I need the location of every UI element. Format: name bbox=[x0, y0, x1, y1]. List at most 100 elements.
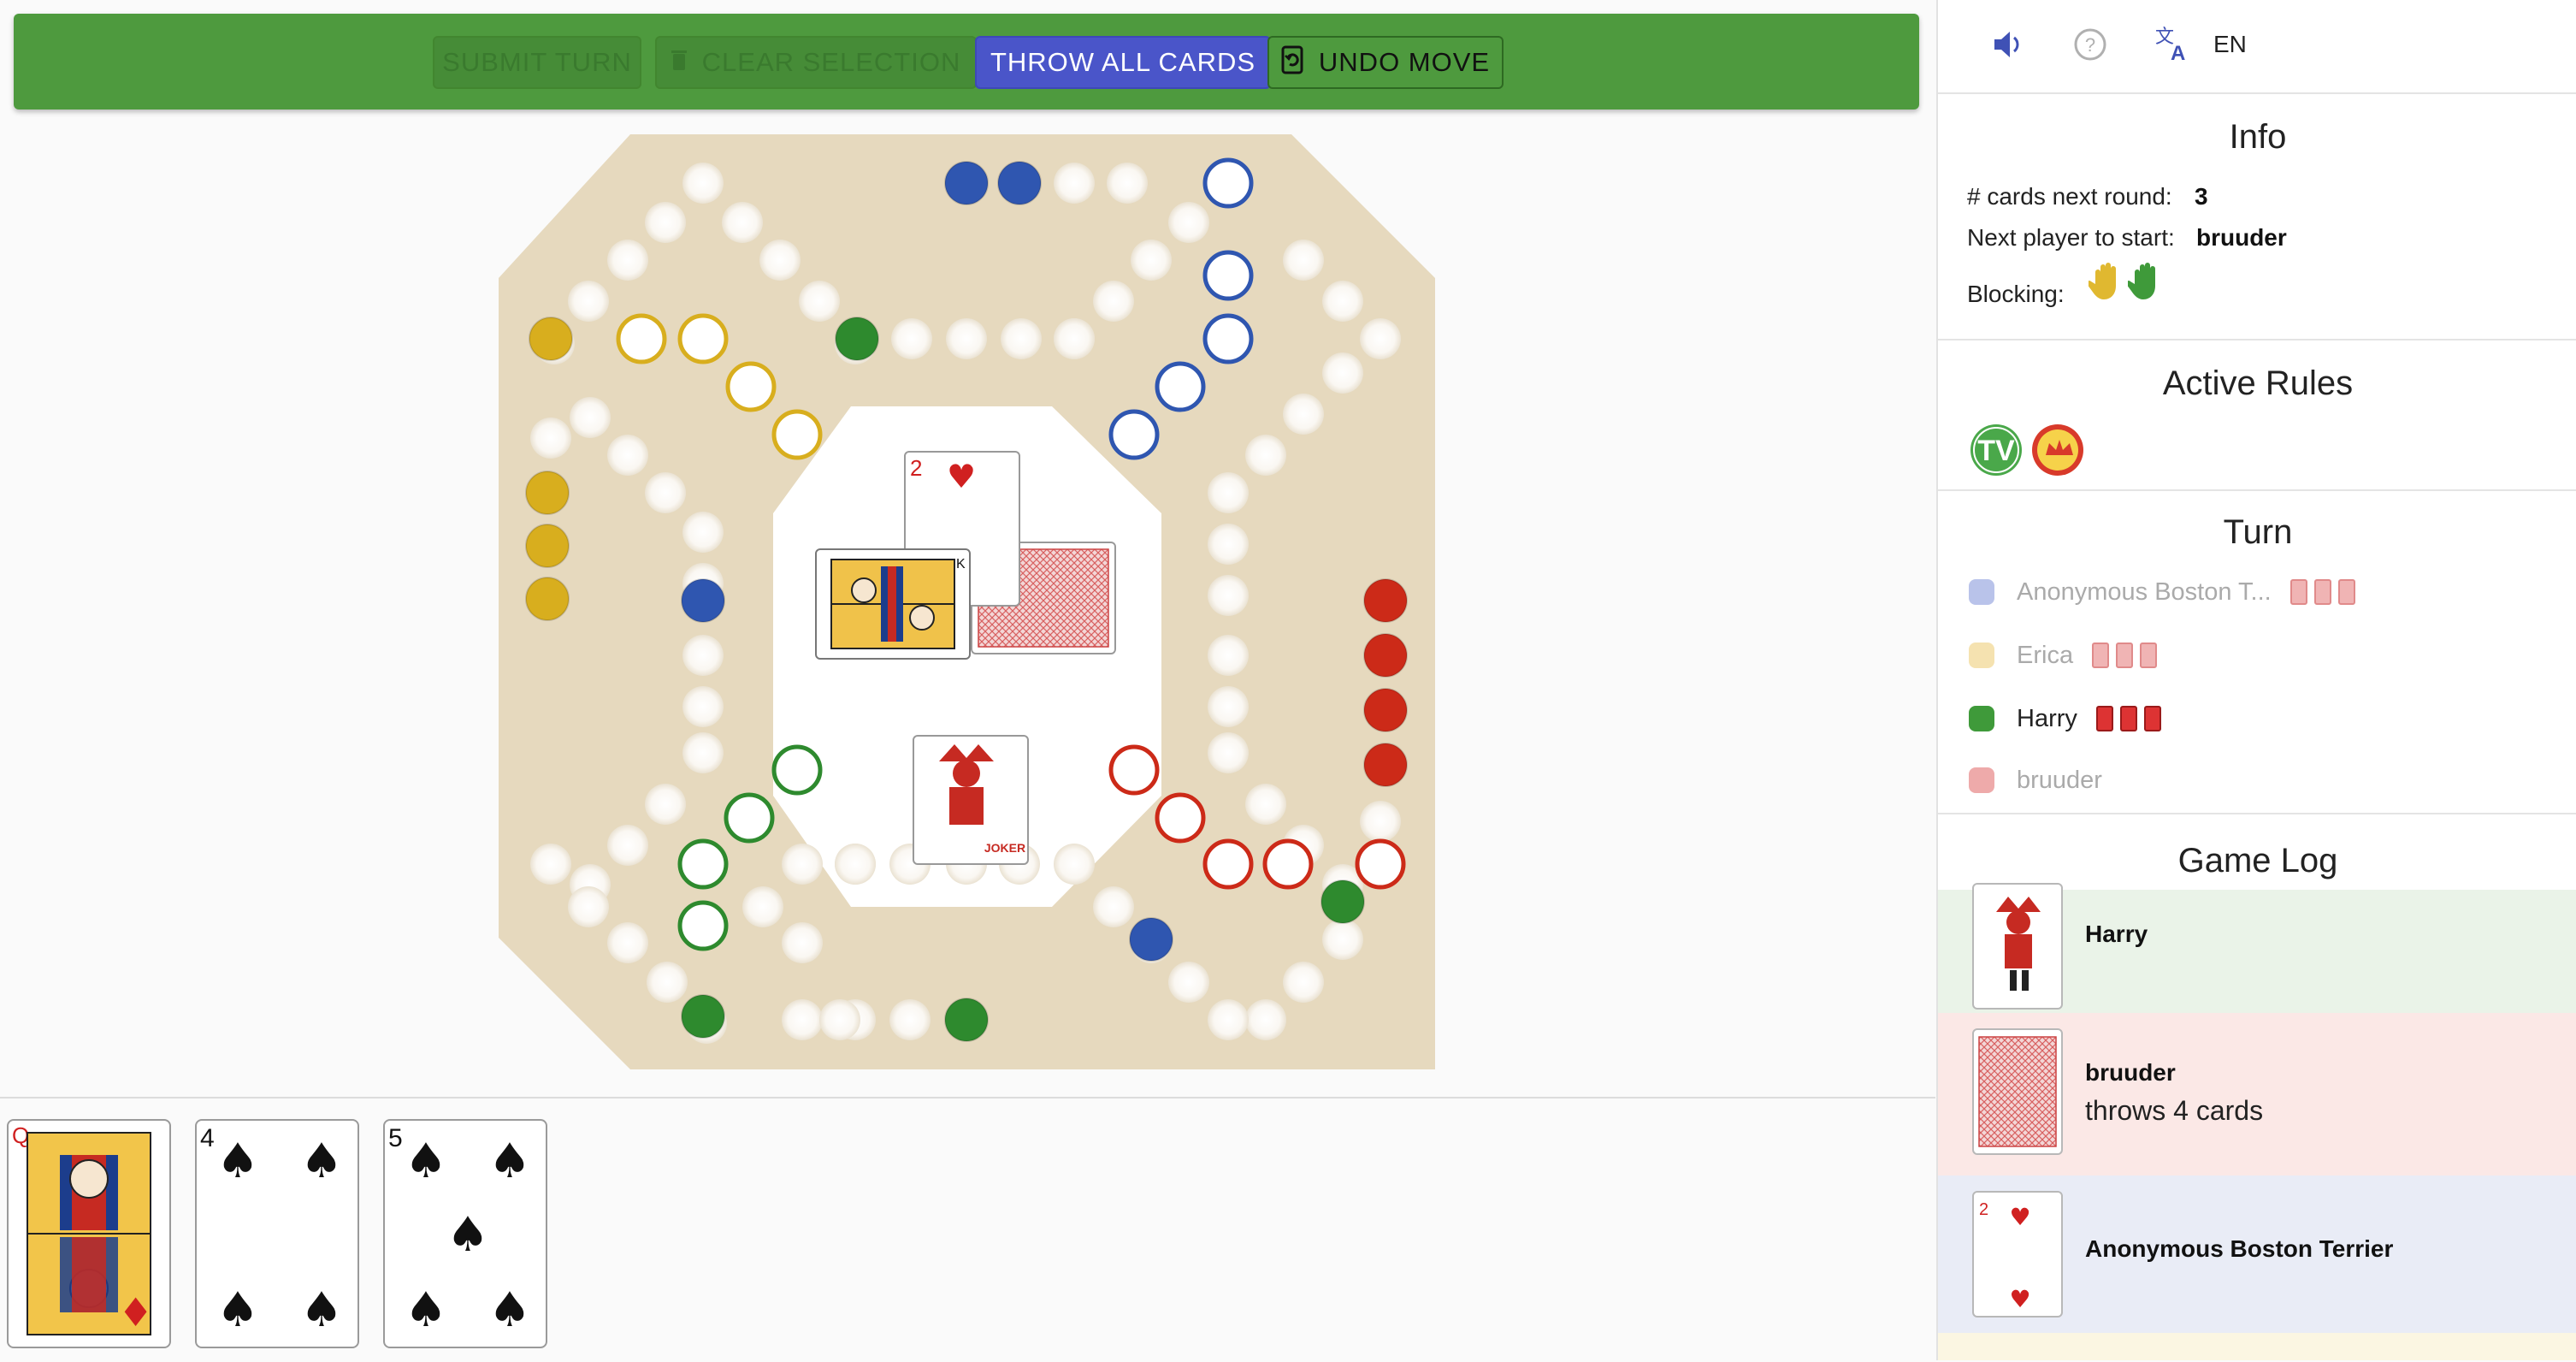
red-peg[interactable] bbox=[1363, 688, 1408, 732]
board-hole[interactable] bbox=[1168, 202, 1209, 243]
board-hole[interactable] bbox=[1093, 886, 1134, 927]
board-hole[interactable] bbox=[570, 397, 611, 438]
yellow-peg[interactable] bbox=[525, 577, 570, 621]
blue-home-slot[interactable] bbox=[1202, 157, 1254, 209]
board-hole[interactable] bbox=[1322, 352, 1363, 394]
board-hole[interactable] bbox=[1283, 394, 1324, 435]
board-hole[interactable] bbox=[607, 240, 648, 281]
blue-peg[interactable] bbox=[997, 161, 1042, 205]
red-peg[interactable] bbox=[1363, 633, 1408, 678]
board-hole[interactable] bbox=[682, 163, 724, 204]
green-peg[interactable] bbox=[835, 317, 879, 361]
board-hole[interactable] bbox=[1054, 844, 1095, 885]
blue-home-slot[interactable] bbox=[1108, 409, 1160, 460]
board-hole[interactable] bbox=[1054, 318, 1095, 359]
language-label[interactable]: EN bbox=[2213, 31, 2247, 58]
board-hole[interactable] bbox=[835, 844, 876, 885]
board-hole[interactable] bbox=[1168, 962, 1209, 1003]
board-hole[interactable] bbox=[1093, 281, 1134, 322]
red-home-slot[interactable] bbox=[1355, 838, 1406, 890]
green-peg[interactable] bbox=[944, 998, 989, 1042]
board-hole[interactable] bbox=[1054, 163, 1095, 204]
board-hole[interactable] bbox=[1208, 686, 1249, 727]
red-peg[interactable] bbox=[1363, 578, 1408, 623]
yellow-peg[interactable] bbox=[525, 524, 570, 568]
red-home-slot[interactable] bbox=[1155, 792, 1206, 844]
blue-home-slot[interactable] bbox=[1202, 313, 1254, 364]
board-hole[interactable] bbox=[607, 922, 648, 963]
board-hole[interactable] bbox=[782, 922, 823, 963]
board-hole[interactable] bbox=[645, 784, 686, 825]
blue-peg[interactable] bbox=[1129, 917, 1173, 962]
tv-rule-icon[interactable]: TV bbox=[1969, 423, 2024, 482]
board-hole[interactable] bbox=[742, 886, 783, 927]
board-hole[interactable] bbox=[799, 281, 840, 322]
board-hole[interactable] bbox=[682, 732, 724, 773]
blue-home-slot[interactable] bbox=[1202, 250, 1254, 301]
board-hole[interactable] bbox=[530, 417, 571, 459]
throw-all-cards-button[interactable]: THROW ALL CARDS bbox=[975, 36, 1271, 89]
blue-peg[interactable] bbox=[681, 578, 725, 623]
clear-selection-button[interactable]: CLEAR SELECTION bbox=[655, 36, 977, 89]
board-hole[interactable] bbox=[1245, 784, 1286, 825]
green-home-slot[interactable] bbox=[677, 838, 729, 890]
board-hole[interactable] bbox=[1208, 472, 1249, 513]
yellow-peg[interactable] bbox=[525, 471, 570, 515]
board-hole[interactable] bbox=[1360, 801, 1401, 842]
board-hole[interactable] bbox=[891, 318, 932, 359]
submit-turn-button[interactable]: SUBMIT TURN bbox=[433, 36, 641, 89]
board-hole[interactable] bbox=[722, 202, 763, 243]
board-hole[interactable] bbox=[1283, 962, 1324, 1003]
hand-card-five-spades[interactable]: 5 ♠ ♠ ♠ ♠ ♠ bbox=[383, 1119, 547, 1348]
red-peg[interactable] bbox=[1363, 743, 1408, 787]
board-hole[interactable] bbox=[1001, 318, 1042, 359]
hand-card-four-spades[interactable]: 4 ♠ ♠ ♠ ♠ bbox=[195, 1119, 359, 1348]
hand-card-queen-diamonds[interactable]: Q ♦ ♦ bbox=[7, 1119, 171, 1348]
red-home-slot[interactable] bbox=[1262, 838, 1314, 890]
board-hole[interactable] bbox=[946, 318, 987, 359]
green-home-slot[interactable] bbox=[771, 744, 823, 796]
yellow-home-slot[interactable] bbox=[677, 313, 729, 364]
blue-home-slot[interactable] bbox=[1155, 361, 1206, 412]
board-hole[interactable] bbox=[1208, 524, 1249, 565]
board-hole[interactable] bbox=[1245, 999, 1286, 1040]
board-hole[interactable] bbox=[759, 240, 801, 281]
red-home-slot[interactable] bbox=[1108, 744, 1160, 796]
board-hole[interactable] bbox=[1322, 919, 1363, 960]
board-hole[interactable] bbox=[1245, 435, 1286, 476]
board-hole[interactable] bbox=[1322, 281, 1363, 322]
board-hole[interactable] bbox=[682, 512, 724, 553]
board-hole[interactable] bbox=[607, 435, 648, 476]
board-hole[interactable] bbox=[1208, 999, 1249, 1040]
board-hole[interactable] bbox=[1360, 318, 1401, 359]
red-home-slot[interactable] bbox=[1202, 838, 1254, 890]
board-hole[interactable] bbox=[647, 962, 688, 1003]
board-hole[interactable] bbox=[819, 999, 860, 1040]
board-hole[interactable] bbox=[568, 886, 609, 927]
board-hole[interactable] bbox=[1283, 240, 1324, 281]
board-hole[interactable] bbox=[889, 999, 931, 1040]
board-hole[interactable] bbox=[682, 635, 724, 676]
board-hole[interactable] bbox=[782, 999, 823, 1040]
board-hole[interactable] bbox=[1107, 163, 1148, 204]
green-peg[interactable] bbox=[681, 994, 725, 1039]
board-hole[interactable] bbox=[1208, 732, 1249, 773]
green-home-slot[interactable] bbox=[677, 900, 729, 951]
yellow-peg[interactable] bbox=[529, 317, 573, 361]
blue-peg[interactable] bbox=[944, 161, 989, 205]
board-hole[interactable] bbox=[645, 202, 686, 243]
translate-icon[interactable]: 文A bbox=[2154, 24, 2195, 68]
help-icon[interactable]: ? bbox=[2073, 27, 2107, 66]
yellow-home-slot[interactable] bbox=[616, 313, 667, 364]
yellow-home-slot[interactable] bbox=[771, 409, 823, 460]
yellow-home-slot[interactable] bbox=[725, 361, 777, 412]
board-hole[interactable] bbox=[530, 844, 571, 885]
board-hole[interactable] bbox=[568, 281, 609, 322]
green-peg[interactable] bbox=[1320, 879, 1365, 924]
board-hole[interactable] bbox=[1131, 240, 1172, 281]
board-hole[interactable] bbox=[645, 472, 686, 513]
green-home-slot[interactable] bbox=[724, 792, 775, 844]
board-hole[interactable] bbox=[682, 686, 724, 727]
board-hole[interactable] bbox=[1208, 635, 1249, 676]
crown-rule-icon[interactable] bbox=[2030, 423, 2085, 482]
